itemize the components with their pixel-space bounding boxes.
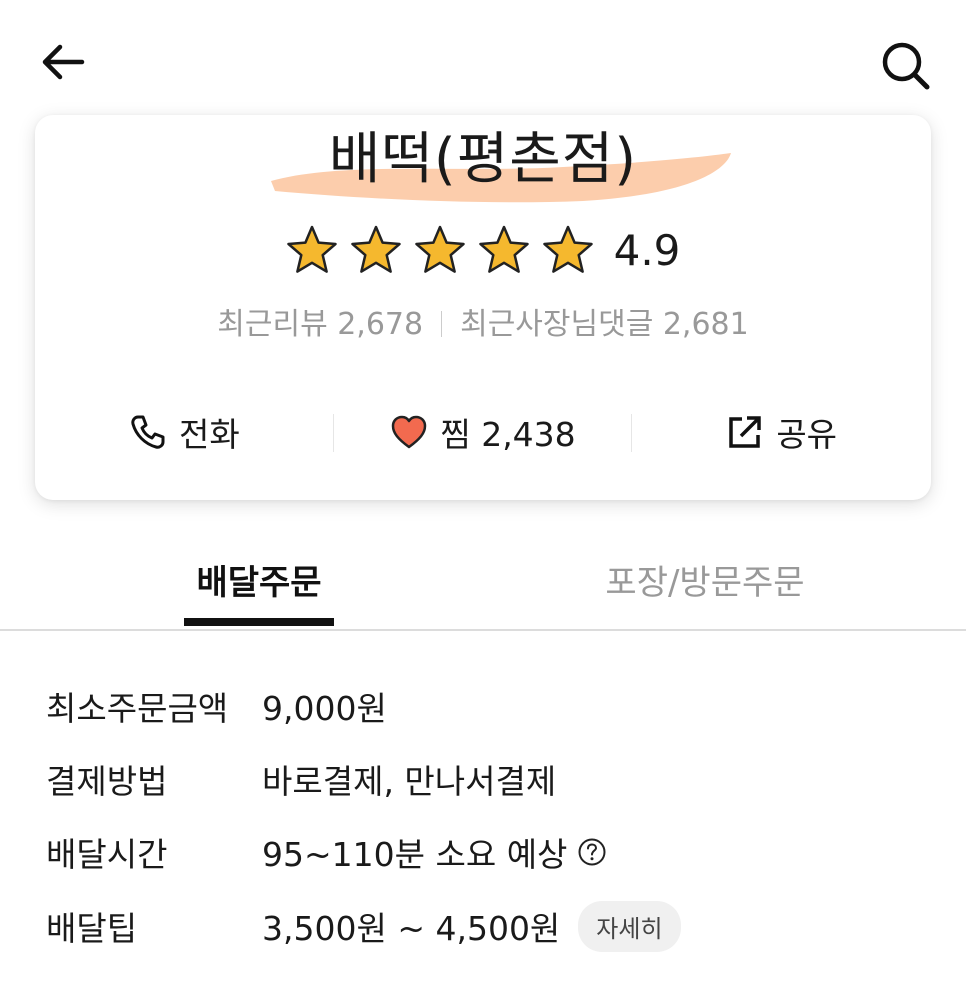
store-title-area: 배떡(평촌점): [35, 115, 931, 215]
phone-icon: [129, 413, 167, 451]
share-button[interactable]: 공유: [632, 400, 931, 464]
delivery-time-row: 배달시간 95~110분 소요 예상: [46, 822, 607, 882]
delivery-tip-label: 배달팁: [46, 909, 138, 948]
search-button[interactable]: [878, 38, 932, 92]
star-icon: [286, 225, 337, 273]
share-icon: [726, 413, 764, 451]
share-label: 공유: [776, 415, 838, 454]
star-icon: [542, 225, 593, 273]
back-button[interactable]: [38, 38, 88, 88]
top-bar: [0, 0, 966, 110]
heart-icon: [390, 413, 428, 451]
order-type-tabs: 배달주문 포장/방문주문: [0, 545, 966, 631]
min-order-label: 최소주문금액: [46, 689, 229, 728]
recent-reviews-link[interactable]: 최근리뷰 2,678: [217, 307, 423, 342]
search-icon: [882, 42, 930, 90]
star-icon: [478, 225, 529, 273]
payment-value: 바로결제, 만나서결제: [262, 762, 557, 801]
star-icon: [350, 225, 401, 273]
star-icon: [414, 225, 465, 273]
stats-divider: [441, 311, 443, 337]
arrow-left-icon: [42, 44, 85, 80]
store-info-card: 배떡(평촌점) 4.9 최근리뷰 2,678 최근사장님댓글 2,681 전화: [35, 115, 931, 500]
review-stats: 최근리뷰 2,678 최근사장님댓글 2,681: [35, 303, 931, 347]
delivery-tip-value: 3,500원 ~ 4,500원: [262, 909, 561, 948]
wish-count-label: 찜 2,438: [440, 415, 576, 454]
rating-row: 4.9: [35, 220, 931, 280]
owner-replies-link[interactable]: 최근사장님댓글 2,681: [460, 307, 749, 342]
delivery-time-label: 배달시간: [46, 835, 168, 874]
detail-button[interactable]: 자세히: [578, 900, 681, 952]
question-circle-icon[interactable]: [577, 837, 607, 867]
tab-delivery[interactable]: 배달주문: [184, 555, 334, 604]
payment-label: 결제방법: [46, 762, 168, 801]
wish-button[interactable]: 찜 2,438: [334, 400, 633, 464]
payment-row: 결제방법 바로결제, 만나서결제: [46, 749, 556, 809]
call-label: 전화: [178, 415, 240, 454]
rating-value: 4.9: [613, 225, 681, 275]
min-order-value: 9,000원: [262, 689, 387, 728]
delivery-tip-row: 배달팁 3,500원 ~ 4,500원 자세히: [46, 896, 681, 956]
tab-pickup[interactable]: 포장/방문주문: [560, 555, 850, 604]
delivery-time-value: 95~110분 소요 예상: [262, 835, 568, 874]
min-order-row: 최소주문금액 9,000원: [46, 676, 387, 736]
call-button[interactable]: 전화: [35, 400, 334, 464]
action-row: 전화 찜 2,438 공유: [35, 400, 931, 464]
store-name: 배떡(평촌점): [328, 127, 638, 192]
active-tab-indicator: [184, 618, 334, 626]
